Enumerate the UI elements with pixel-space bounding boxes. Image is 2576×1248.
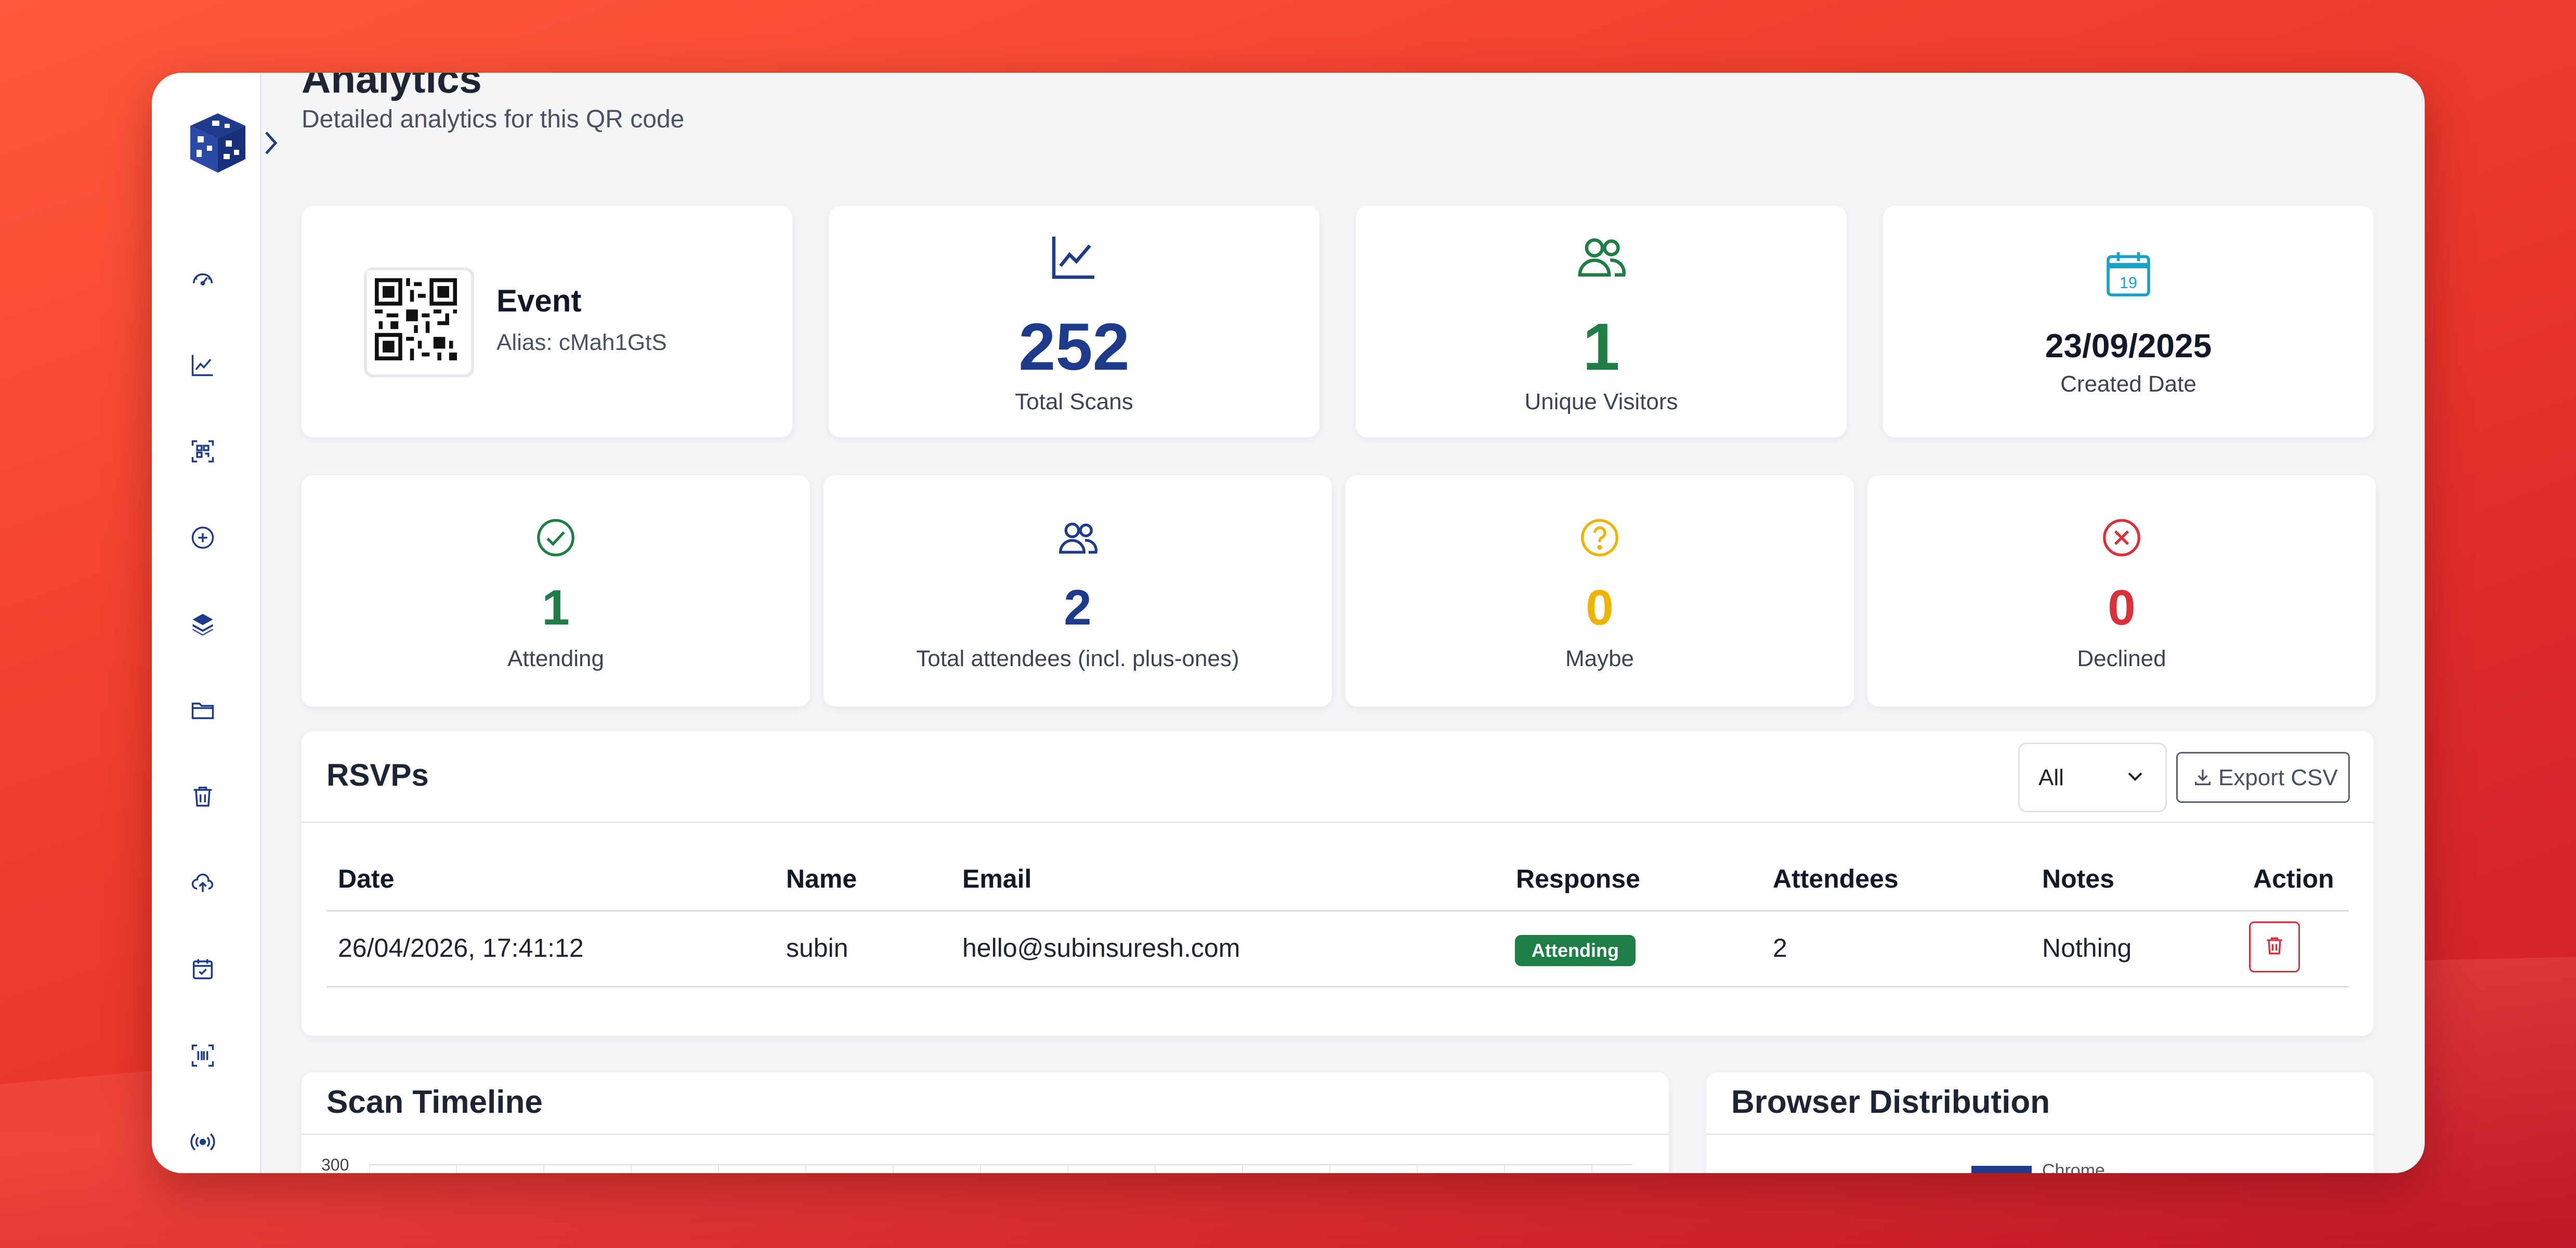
column-header-response: Response	[1516, 864, 1640, 893]
svg-text:19: 19	[2120, 275, 2137, 292]
attending-value: 1	[542, 580, 570, 635]
broadcast-icon	[190, 1133, 215, 1151]
created-date-card: 19 23/09/2025 Created Date	[1883, 206, 2374, 437]
sidebar-item-broadcast[interactable]	[189, 1128, 216, 1155]
cell-notes: Nothing	[2042, 933, 2132, 963]
column-header-date: Date	[338, 864, 395, 893]
event-alias: Alias: cMah1GtS	[496, 330, 667, 355]
sidebar-item-layers[interactable]	[189, 610, 216, 638]
total-scans-card: 252 Total Scans	[829, 206, 1319, 437]
folder-icon	[191, 703, 214, 719]
sidebar-item-trash[interactable]	[189, 783, 216, 810]
x-circle-icon	[2100, 516, 2143, 562]
cell-name: subin	[786, 933, 848, 963]
cell-attendees: 2	[1773, 933, 1787, 963]
rsvps-title: RSVPs	[326, 758, 429, 792]
declined-label: Declined	[2077, 646, 2166, 671]
cloud-upload-icon	[191, 873, 214, 892]
delete-rsvp-button[interactable]	[2249, 921, 2300, 972]
chart-line-icon	[1047, 230, 1101, 287]
sidebar-item-analytics[interactable]	[189, 352, 216, 379]
sidebar-item-barcode[interactable]	[189, 1042, 216, 1069]
main-content: Analytics Detailed analytics for this QR…	[260, 73, 2425, 1173]
qr-code-image-icon	[367, 270, 465, 368]
table-header-divider	[326, 910, 2349, 912]
sidebar-item-folders[interactable]	[189, 697, 216, 724]
cell-email: hello@subinsuresh.com	[962, 933, 1240, 963]
question-circle-icon	[1578, 516, 1622, 562]
sidebar-item-events[interactable]	[189, 956, 216, 983]
maybe-value: 0	[1586, 580, 1614, 635]
users-icon	[1056, 516, 1100, 562]
total-attendees-value: 2	[1064, 580, 1092, 635]
column-header-attendees: Attendees	[1773, 864, 1899, 893]
calendar-icon: 19	[2101, 246, 2155, 303]
barcode-scan-icon	[191, 1044, 214, 1067]
chevron-down-icon	[2128, 772, 2142, 781]
total-attendees-label: Total attendees (incl. plus-ones)	[916, 646, 1239, 671]
rsvp-filter-value: All	[2038, 765, 2064, 790]
total-scans-value: 252	[1018, 310, 1130, 384]
legend-label-chrome: Chrome	[2042, 1161, 2105, 1173]
rsvps-panel: RSVPs All Export CSV Date Name Email Res…	[302, 731, 2374, 1036]
cube-logo-icon	[190, 113, 245, 173]
total-scans-label: Total Scans	[1015, 389, 1133, 414]
app-window: Analytics Detailed analytics for this QR…	[152, 73, 2425, 1173]
dashboard-icon	[192, 273, 213, 286]
unique-visitors-label: Unique Visitors	[1524, 389, 1678, 414]
column-header-notes: Notes	[2042, 864, 2114, 893]
attending-card: 1 Attending	[302, 475, 810, 707]
legend-swatch-chrome	[1971, 1166, 2032, 1173]
sidebar	[152, 73, 261, 1173]
declined-card: 0 Declined	[1867, 475, 2376, 707]
export-csv-button[interactable]: Export CSV	[2176, 752, 2350, 803]
qr-code-icon	[191, 440, 214, 463]
scan-timeline-panel: Scan Timeline 300	[302, 1072, 1669, 1173]
column-header-action: Action	[2253, 864, 2334, 893]
maybe-card: 0 Maybe	[1345, 475, 1854, 707]
app-logo[interactable]	[184, 109, 252, 177]
total-attendees-card: 2 Total attendees (incl. plus-ones)	[823, 475, 1332, 707]
rsvp-filter-select[interactable]: All	[2018, 743, 2167, 812]
unique-visitors-value: 1	[1583, 310, 1620, 384]
plus-circle-icon	[191, 526, 214, 549]
scan-timeline-divider	[302, 1134, 1669, 1135]
header-divider	[302, 822, 2374, 823]
scan-timeline-title: Scan Timeline	[326, 1084, 543, 1120]
sidebar-item-upload[interactable]	[189, 869, 216, 896]
chart-line-icon	[191, 355, 213, 376]
qr-code-thumbnail[interactable]	[364, 267, 474, 378]
column-header-email: Email	[962, 864, 1032, 893]
page-title: Analytics	[302, 73, 482, 101]
cell-date: 26/04/2026, 17:41:12	[338, 933, 584, 963]
event-info-card: Event Alias: cMah1GtS	[302, 206, 792, 437]
column-header-name: Name	[786, 864, 857, 893]
sidebar-item-dashboard[interactable]	[189, 265, 216, 292]
check-circle-icon	[534, 516, 578, 562]
unique-visitors-card: 1 Unique Visitors	[1356, 206, 1847, 437]
page-subtitle: Detailed analytics for this QR code	[302, 106, 685, 133]
declined-value: 0	[2108, 580, 2136, 635]
trash-icon	[2267, 937, 2282, 955]
sidebar-item-create[interactable]	[189, 524, 216, 551]
event-name: Event	[496, 283, 582, 318]
table-row-divider	[326, 986, 2349, 987]
attending-label: Attending	[507, 646, 604, 671]
download-icon	[2195, 770, 2211, 785]
response-badge: Attending	[1515, 935, 1636, 966]
browser-distribution-panel: Browser Distribution Chrome	[1706, 1072, 2374, 1173]
timeline-grid	[369, 1164, 1632, 1173]
trash-icon	[193, 786, 212, 807]
created-date-label: Created Date	[2060, 371, 2196, 397]
browser-distribution-divider	[1706, 1134, 2374, 1135]
sidebar-item-qr-codes[interactable]	[189, 438, 216, 465]
layers-icon	[192, 614, 213, 636]
y-axis-tick-label: 300	[321, 1155, 349, 1173]
calendar-check-icon	[192, 959, 213, 980]
export-csv-label: Export CSV	[2218, 765, 2338, 790]
users-icon	[1574, 230, 1628, 287]
maybe-label: Maybe	[1565, 646, 1634, 671]
browser-distribution-title: Browser Distribution	[1731, 1084, 2050, 1120]
created-date-value: 23/09/2025	[2045, 327, 2212, 365]
